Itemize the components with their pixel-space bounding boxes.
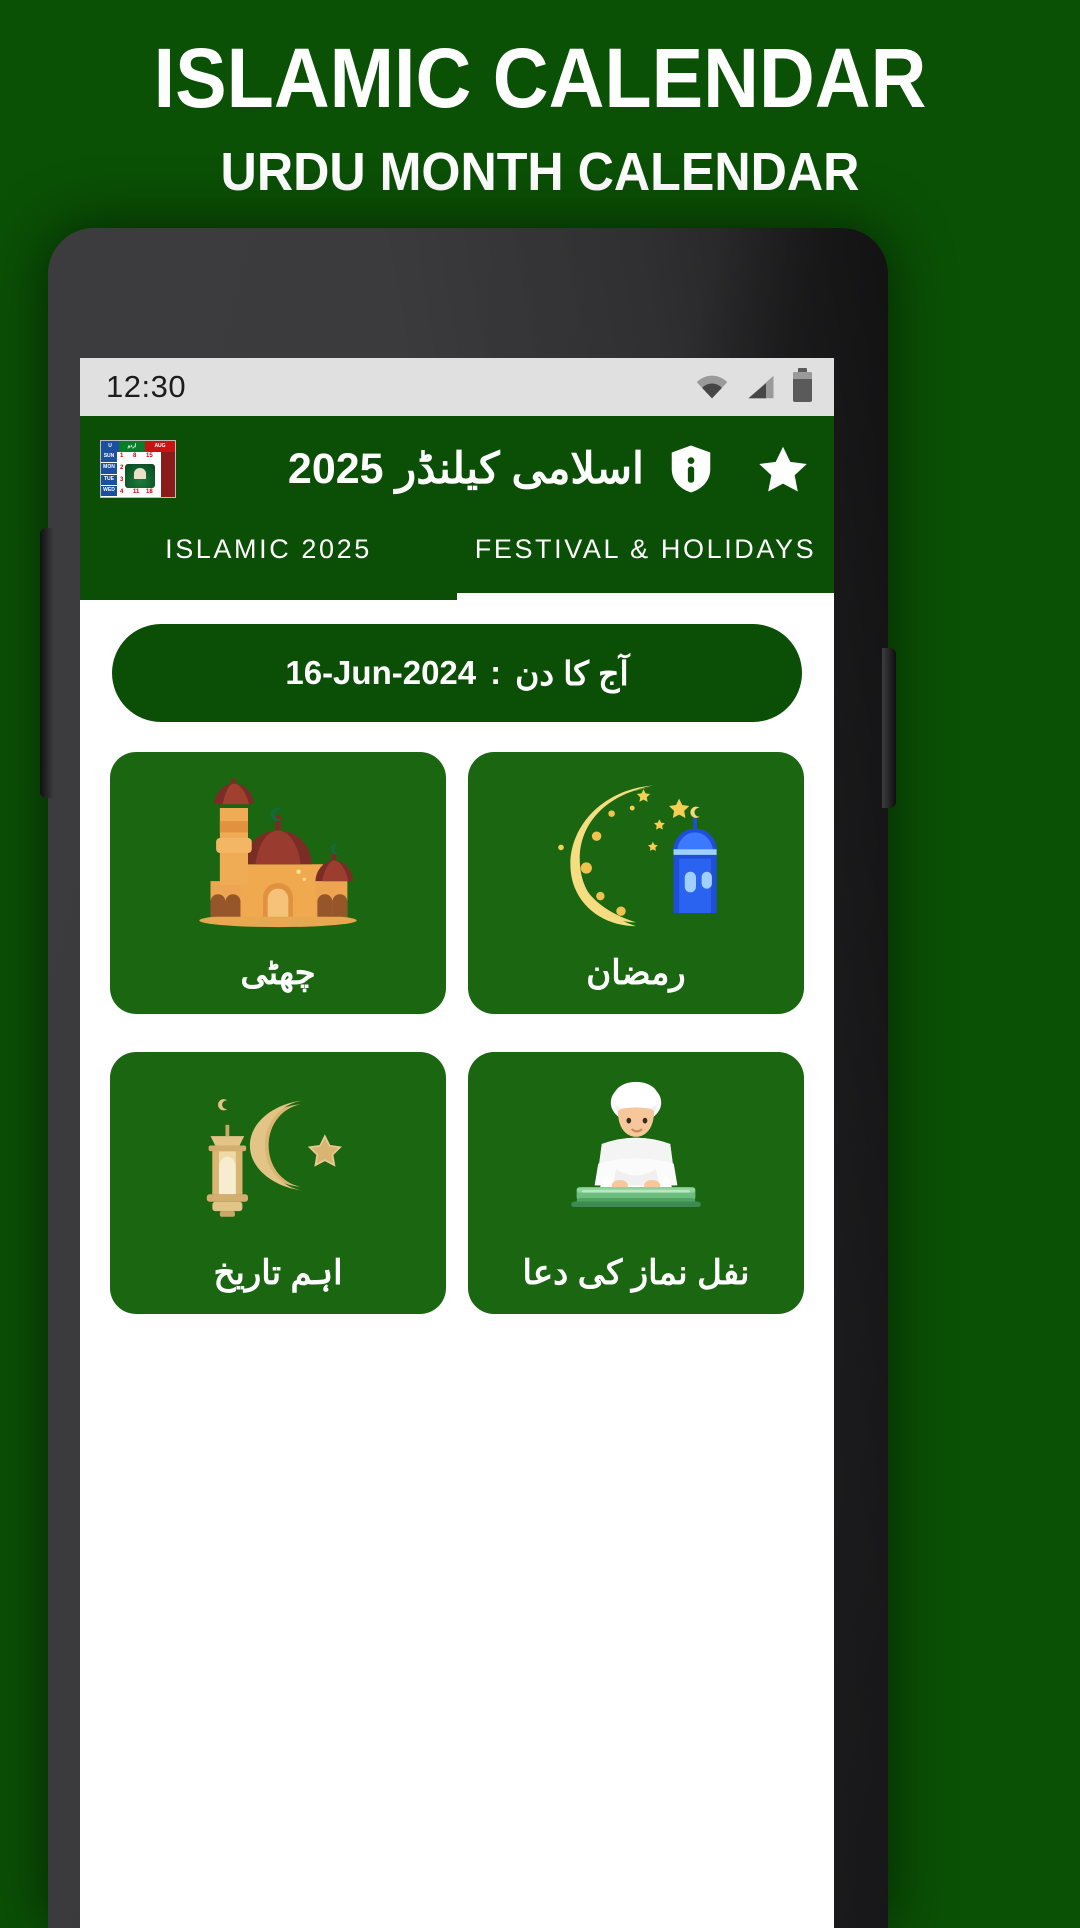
promo-title: ISLAMIC CALENDAR	[153, 31, 927, 125]
feature-grid: چھٹی رمضان اہم تاریخ نفل نماز کی دعا	[110, 752, 804, 1314]
tab-festival-holidays[interactable]: FESTIVAL & HOLIDAYS	[457, 522, 834, 600]
status-icons	[695, 368, 812, 402]
tab-content: آج کا دن : 16-Jun-2024 چھٹی رمضان اہم تا…	[80, 624, 834, 1928]
lantern-crescent-star-icon	[110, 1052, 446, 1253]
urdu-calendar-app-icon: UاردوAUG SUNMONTUEWED 1 8 15 2 9 16 3 10…	[100, 440, 176, 498]
today-label: آج کا دن	[515, 654, 629, 692]
promo-subtitle: URDU MONTH CALENDAR	[220, 142, 860, 203]
tab-bar: ISLAMIC 2025 FESTIVAL & HOLIDAYS	[80, 522, 834, 600]
praying-boy-icon	[468, 1052, 804, 1253]
phone-right-edge	[882, 648, 896, 808]
card-chutti[interactable]: چھٹی	[110, 752, 446, 1014]
date-separator: :	[490, 654, 502, 691]
card-label: رمضان	[586, 954, 686, 993]
card-label: نفل نماز کی دعا	[522, 1254, 750, 1293]
tab-islamic-2025[interactable]: ISLAMIC 2025	[80, 522, 457, 600]
phone-screen: 12:30 U اردو AUG SUN MON TUE WED 1 8 15 …	[80, 358, 834, 1928]
card-nafl-prayer-dua[interactable]: نفل نماز کی دعا	[468, 1052, 804, 1314]
status-bar: 12:30	[80, 358, 834, 416]
card-label: چھٹی	[240, 954, 316, 993]
status-time: 12:30	[106, 369, 187, 404]
page-title: اسلامی کیلنڈر 2025	[287, 445, 644, 493]
card-important-dates[interactable]: اہم تاریخ	[110, 1052, 446, 1314]
app-bar: UاردوAUG SUNMONTUEWED 1 8 15 2 9 16 3 10…	[80, 416, 834, 522]
app-bar-actions	[670, 444, 808, 494]
today-date-bar[interactable]: آج کا دن : 16-Jun-2024	[112, 624, 802, 722]
battery-icon	[793, 368, 812, 402]
wifi-icon	[695, 374, 729, 400]
phone-mockup: 12:30 U اردو AUG SUN MON TUE WED 1 8 15 …	[40, 228, 1040, 1928]
info-shield-icon[interactable]	[670, 444, 712, 494]
card-label: اہم تاریخ	[213, 1254, 343, 1293]
phone-left-edge	[40, 528, 54, 798]
card-ramadan[interactable]: رمضان	[468, 752, 804, 1014]
today-date-value: 16-Jun-2024	[285, 654, 477, 691]
star-icon[interactable]	[758, 445, 808, 493]
promo-header: ISLAMIC CALENDAR URDU MONTH CALENDAR	[0, 0, 1080, 201]
crescent-moon-mosque-icon	[468, 752, 804, 953]
cellular-signal-icon	[746, 374, 776, 400]
mosque-icon	[110, 752, 446, 953]
